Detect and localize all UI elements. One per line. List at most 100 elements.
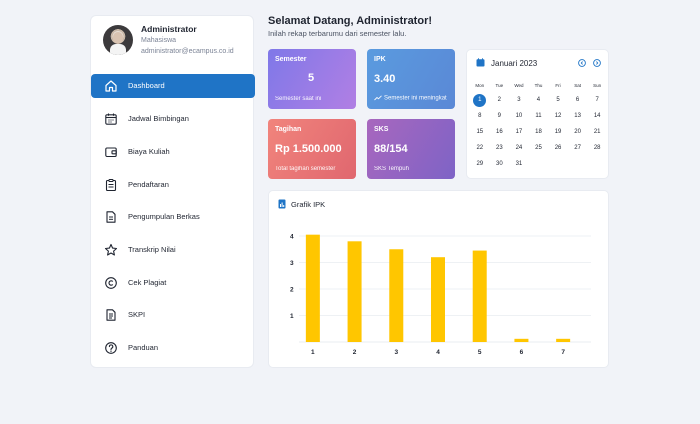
sidebar-item-label: Pendaftaran xyxy=(128,180,169,189)
tagihan-label: Tagihan xyxy=(275,126,302,133)
y-tick-label: 1 xyxy=(290,313,294,320)
calendar-day[interactable]: 15 xyxy=(470,124,490,140)
calendar-day xyxy=(548,156,568,172)
sidebar-item-dashboard[interactable]: Dashboard xyxy=(91,74,255,98)
calendar-day[interactable]: 24 xyxy=(509,140,529,156)
calendar-weekday-row: Mon Tue Wed Thu Fri Sat Sun xyxy=(470,82,607,92)
calendar-day[interactable]: 25 xyxy=(529,140,549,156)
calendar-next-icon[interactable] xyxy=(593,59,601,67)
ipk-value: 3.40 xyxy=(374,73,396,85)
tagihan-caption: Total tagihan semester xyxy=(275,166,336,172)
semester-card[interactable]: Semester 5 Semester saat ini xyxy=(268,49,356,109)
sidebar-item-cek-plagiat[interactable]: Cek Plagiat xyxy=(91,271,255,295)
calendar-day[interactable]: 4 xyxy=(529,92,549,108)
calendar-day[interactable]: 2 xyxy=(490,92,510,108)
calendar-day xyxy=(529,156,549,172)
calendar-day[interactable]: 29 xyxy=(470,156,490,172)
ipk-bar-chart: 1 2 3 4 1 2 3 4 5 6 7 xyxy=(290,233,591,356)
calendar-day[interactable]: 6 xyxy=(568,92,588,108)
chart-bar[interactable] xyxy=(556,338,571,342)
chart-bar[interactable] xyxy=(389,249,404,342)
sidebar-item-pendaftaran[interactable]: Pendaftaran xyxy=(91,173,255,197)
semester-value: 5 xyxy=(308,72,315,84)
sks-value: 88/154 xyxy=(374,143,408,155)
calendar-week-row: 1234567 xyxy=(470,92,607,108)
chart-bar[interactable] xyxy=(472,250,487,342)
ipk-label: IPK xyxy=(374,56,386,63)
calendar-day[interactable]: 18 xyxy=(529,124,549,140)
sidebar-item-label: SKPI xyxy=(128,310,146,319)
page-title: Selamat Datang, Administrator! xyxy=(268,15,433,27)
calendar-day xyxy=(568,156,588,172)
x-tick-label: 4 xyxy=(436,349,440,356)
calendar-day[interactable]: 16 xyxy=(490,124,510,140)
x-tick-label: 1 xyxy=(311,349,315,356)
sidebar-item-transkrip-nilai[interactable]: Transkrip Nilai xyxy=(91,238,255,262)
calendar-day[interactable]: 5 xyxy=(548,92,568,108)
chart-bar[interactable] xyxy=(305,234,320,342)
sidebar-item-jadwal-bimbingan[interactable]: Jadwal Bimbingan xyxy=(91,107,255,131)
calendar-day[interactable]: 13 xyxy=(568,108,588,124)
calendar-day[interactable]: 23 xyxy=(490,140,510,156)
ipk-caption-row: Semester ini meningkat xyxy=(374,95,447,102)
calendar-day[interactable]: 30 xyxy=(490,156,510,172)
calendar-weekday: Thu xyxy=(534,83,543,88)
calendar-day[interactable]: 10 xyxy=(509,108,529,124)
sidebar-item-label: Dashboard xyxy=(128,81,165,90)
chart-bar[interactable] xyxy=(431,257,445,342)
x-tick-label: 2 xyxy=(353,349,357,356)
calendar-icon xyxy=(104,112,118,126)
calendar-day[interactable]: 31 xyxy=(509,156,529,172)
avatar[interactable] xyxy=(103,25,133,55)
copyright-icon xyxy=(104,276,118,290)
sidebar-item-label: Biaya Kuliah xyxy=(128,147,170,156)
y-tick-label: 3 xyxy=(290,260,294,267)
sidebar: Administrator Mahasiswa administrator@ec… xyxy=(90,15,255,368)
home-icon xyxy=(104,79,118,93)
profile-name: Administrator xyxy=(141,24,197,34)
sks-card[interactable]: SKS 88/154 SKS Tempuh xyxy=(367,119,455,179)
calendar-day[interactable]: 17 xyxy=(509,124,529,140)
calendar-day[interactable]: 26 xyxy=(548,140,568,156)
calendar-day[interactable]: 3 xyxy=(509,92,529,108)
chart-bar[interactable] xyxy=(347,241,362,342)
wallet-icon xyxy=(104,145,118,159)
tagihan-value: Rp 1.500.000 xyxy=(275,143,342,155)
profile-role: Mahasiswa xyxy=(141,37,177,44)
sidebar-item-panduan[interactable]: Panduan xyxy=(91,336,255,360)
calendar-weekday: Wed xyxy=(514,83,524,88)
calendar-day[interactable]: 11 xyxy=(529,108,549,124)
y-tick-label: 2 xyxy=(290,286,294,293)
x-tick-label: 5 xyxy=(478,349,482,356)
calendar-day[interactable]: 7 xyxy=(587,92,607,108)
calendar-day[interactable]: 27 xyxy=(568,140,588,156)
calendar-day[interactable]: 22 xyxy=(470,140,490,156)
calendar-day[interactable]: 8 xyxy=(470,108,490,124)
document-icon xyxy=(104,308,118,322)
chart-bar[interactable] xyxy=(514,338,529,342)
calendar-week-row: 15 16 17 18 19 20 21 xyxy=(470,124,607,140)
sidebar-item-label: Panduan xyxy=(128,343,159,352)
calendar-day[interactable]: 20 xyxy=(568,124,588,140)
calendar-day[interactable]: 19 xyxy=(548,124,568,140)
sidebar-item-biaya-kuliah[interactable]: Biaya Kuliah xyxy=(91,140,255,164)
sidebar-item-skpi[interactable]: SKPI xyxy=(91,303,255,327)
calendar-day[interactable]: 12 xyxy=(548,108,568,124)
sidebar-item-pengumpulan-berkas[interactable]: Pengumpulan Berkas xyxy=(91,205,255,229)
calendar-day[interactable]: 21 xyxy=(587,124,607,140)
calendar-week-row: 8 9 10 11 12 13 14 xyxy=(470,108,607,124)
calendar-day[interactable]: 14 xyxy=(587,108,607,124)
sidebar-item-label: Transkrip Nilai xyxy=(128,245,176,254)
semester-caption: Semester saat ini xyxy=(275,96,322,102)
y-tick-label: 4 xyxy=(290,233,294,240)
calendar-week-row: 29 30 31 xyxy=(470,156,607,172)
tagihan-card[interactable]: Tagihan Rp 1.500.000 Total tagihan semes… xyxy=(268,119,356,179)
calendar-week-row: 22 23 24 25 26 27 28 xyxy=(470,140,607,156)
calendar-day[interactable]: 1 xyxy=(470,92,490,108)
star-icon xyxy=(104,243,118,257)
calendar-day[interactable]: 9 xyxy=(490,108,510,124)
calendar-day[interactable]: 28 xyxy=(587,140,607,156)
calendar-month-title: Januari 2023 xyxy=(491,59,538,68)
ipk-card[interactable]: IPK 3.40 Semester ini meningkat xyxy=(367,49,455,109)
calendar-prev-icon[interactable] xyxy=(578,59,586,67)
